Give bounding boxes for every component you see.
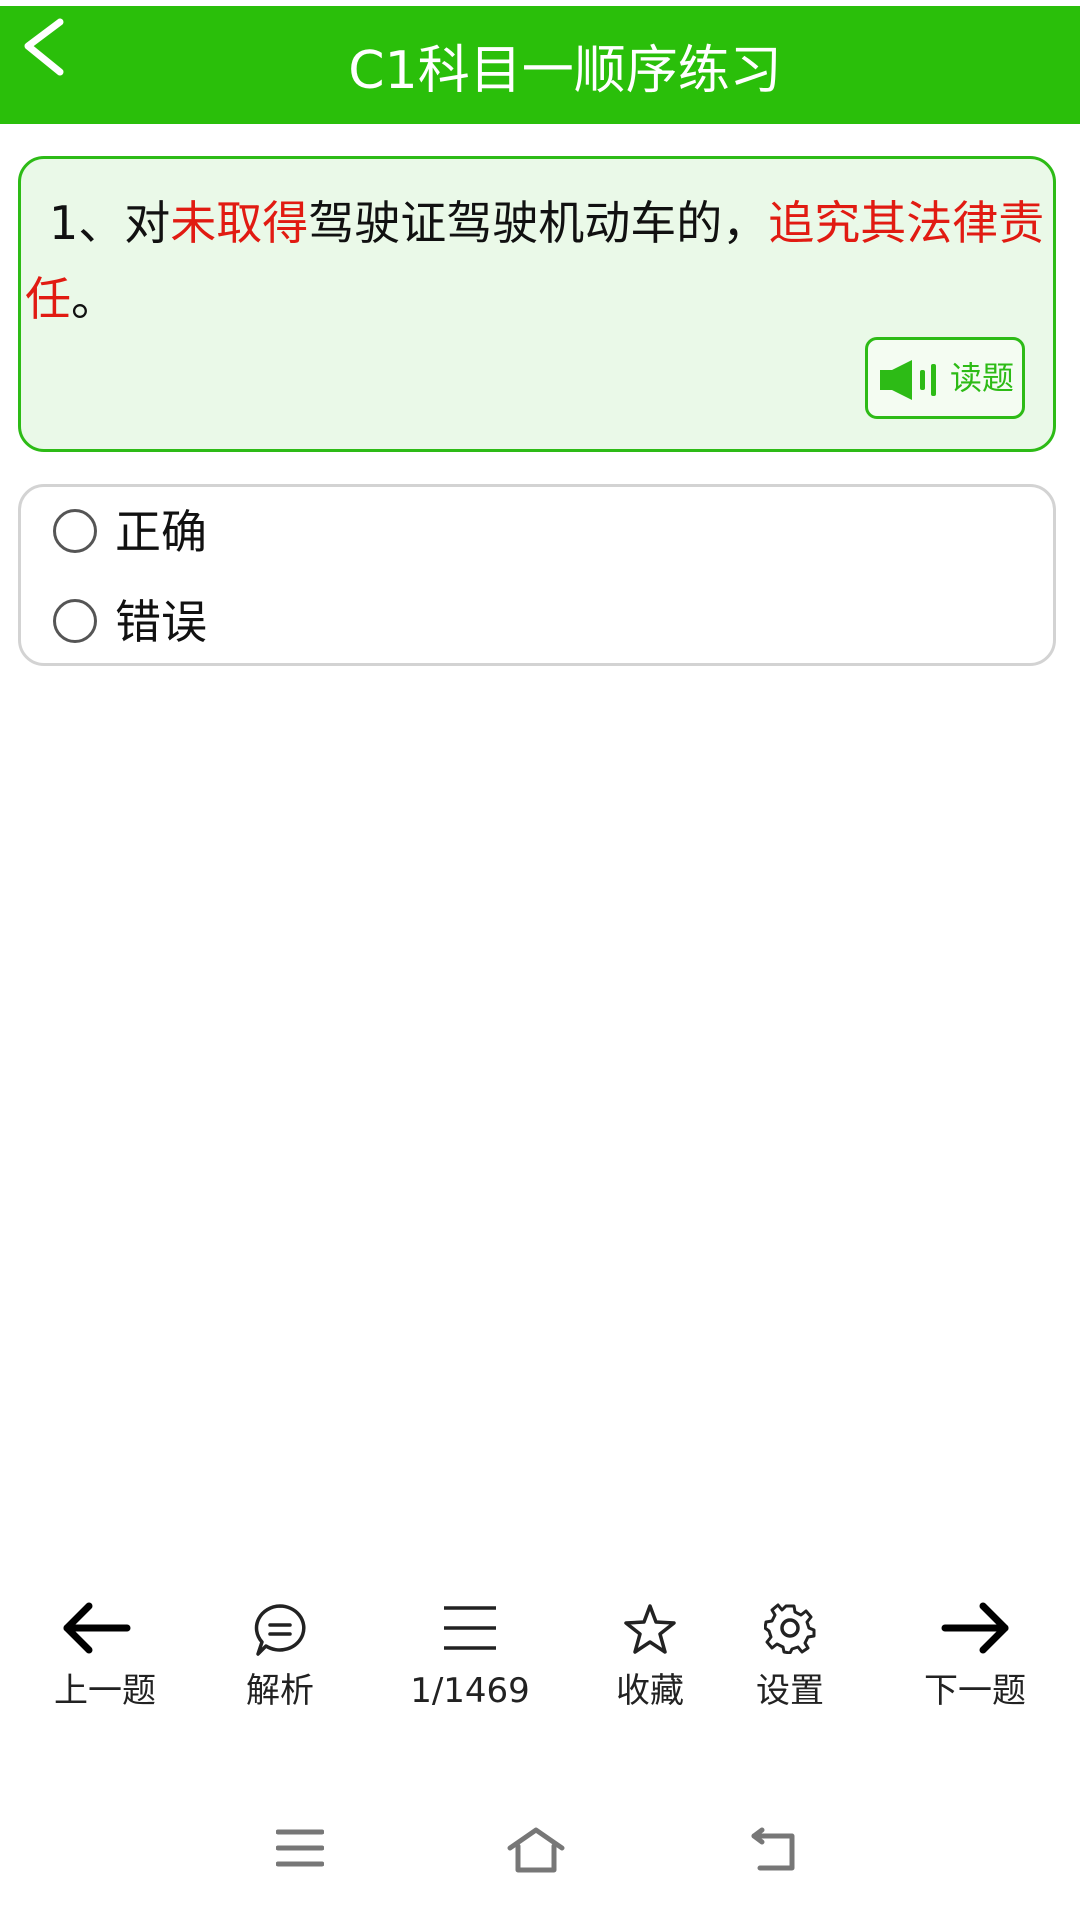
prev-question-label: 上一题 xyxy=(54,1671,156,1711)
page-title: C1科目一顺序练习 xyxy=(348,41,782,101)
question-prefix: 1、对 xyxy=(49,196,171,250)
radio-icon[interactable] xyxy=(53,509,97,553)
favorite-label: 收藏 xyxy=(616,1671,684,1711)
settings-button[interactable]: 设置 xyxy=(740,1590,840,1720)
question-list-button[interactable]: 1/1469 xyxy=(400,1590,540,1720)
progress-label: 1/1469 xyxy=(410,1671,530,1711)
star-icon xyxy=(624,1604,676,1654)
radio-icon[interactable] xyxy=(53,599,97,643)
read-question-button[interactable]: 读题 xyxy=(865,337,1025,419)
question-middle: 驾驶证驾驶机动车的， xyxy=(308,196,769,250)
read-button-label: 读题 xyxy=(950,359,1015,397)
settings-label: 设置 xyxy=(756,1671,824,1711)
chat-bubble-icon xyxy=(254,1604,306,1656)
analysis-label: 解析 xyxy=(246,1671,314,1711)
arrow-right-icon xyxy=(941,1602,1009,1654)
back-icon[interactable] xyxy=(748,1826,800,1874)
system-nav-bar xyxy=(0,1800,1080,1920)
prev-question-button[interactable]: 上一题 xyxy=(40,1590,170,1720)
question-text: 1、对未取得驾驶证驾驶机动车的，追究其法律责任。 xyxy=(25,185,1055,337)
menu-icon[interactable] xyxy=(276,1826,324,1870)
next-question-label: 下一题 xyxy=(924,1671,1026,1711)
speaker-icon xyxy=(880,360,936,400)
option-label: 错误 xyxy=(115,595,207,649)
next-question-button[interactable]: 下一题 xyxy=(910,1590,1040,1720)
option-label: 正确 xyxy=(115,505,207,559)
bottom-toolbar: 上一题 解析 1/1469 收藏 设置 下一题 xyxy=(0,1590,1080,1730)
analysis-button[interactable]: 解析 xyxy=(230,1590,330,1720)
favorite-button[interactable]: 收藏 xyxy=(600,1590,700,1720)
gear-icon xyxy=(764,1603,816,1654)
options-card: 正确 错误 xyxy=(18,484,1056,666)
home-icon[interactable] xyxy=(506,1826,566,1874)
option-correct[interactable]: 正确 xyxy=(21,495,1051,575)
question-highlight-1: 未取得 xyxy=(170,196,309,250)
question-card: 1、对未取得驾驶证驾驶机动车的，追究其法律责任。 读题 xyxy=(18,156,1056,452)
arrow-left-icon xyxy=(63,1602,131,1654)
app-header: C1科目一顺序练习 xyxy=(0,6,1080,124)
list-icon xyxy=(444,1606,496,1650)
option-wrong[interactable]: 错误 xyxy=(21,585,1051,665)
question-suffix: 。 xyxy=(71,272,117,326)
practice-page: C1科目一顺序练习 1、对未取得驾驶证驾驶机动车的，追究其法律责任。 读题 正确… xyxy=(0,0,1080,1920)
